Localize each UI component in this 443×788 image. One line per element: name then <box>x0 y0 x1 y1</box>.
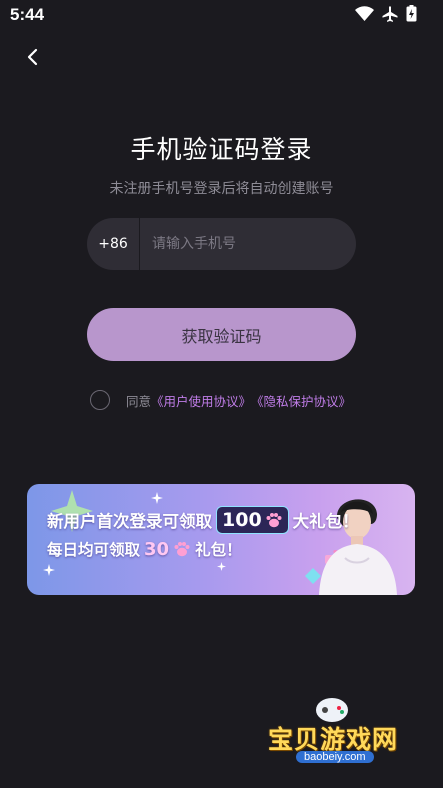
page-subtitle: 未注册手机号登录后将自动创建账号 <box>109 181 334 197</box>
user-agreement-link[interactable]: 《用户使用协议》 <box>151 391 251 410</box>
watermark-url: baobeiy.com <box>296 751 374 763</box>
sparkle-icon <box>43 564 55 576</box>
banner-line2-suffix: 礼包！ <box>195 541 242 559</box>
sparkle-icon <box>217 562 226 571</box>
reward-badge: 100 <box>216 506 289 534</box>
reward-amount: 100 <box>222 509 262 531</box>
phone-input-row: +86 <box>87 218 356 270</box>
banner-subline: 每日均可领取 30 礼包！ <box>47 538 242 560</box>
airplane-icon <box>382 6 398 22</box>
back-button[interactable] <box>20 44 46 70</box>
status-time: 5:44 <box>10 5 45 24</box>
page-title: 手机验证码登录 <box>130 135 313 164</box>
status-icons <box>355 5 417 22</box>
site-watermark: 宝贝游戏网 baobeiy.com <box>266 694 416 774</box>
banner-line1-suffix: 大礼包！ <box>292 512 359 531</box>
banner-line1-prefix: 新用户首次登录可领取 <box>47 512 212 531</box>
avatar-illustration <box>319 499 397 595</box>
phone-number-input[interactable] <box>140 218 356 270</box>
agree-checkbox[interactable] <box>90 390 110 410</box>
privacy-agreement-link[interactable]: 《隐私保护协议》 <box>251 391 351 410</box>
sparkle-icon <box>151 492 163 504</box>
chevron-left-icon <box>27 48 38 66</box>
banner-headline: 新用户首次登录可领取 100 大礼包！ <box>47 506 359 534</box>
wifi-icon <box>355 6 374 21</box>
agreement-row: 同意 《用户使用协议》 《隐私保护协议》 <box>90 390 351 410</box>
get-code-button[interactable]: 获取验证码 <box>87 308 356 361</box>
promo-banner[interactable]: 新用户首次登录可领取 100 大礼包！ 每日均可领取 30 礼包！ <box>27 484 415 595</box>
agree-prefix: 同意 <box>126 393 152 409</box>
banner-line2-prefix: 每日均可领取 <box>47 541 141 559</box>
status-bar: 5:44 <box>0 0 443 30</box>
paw-icon <box>266 513 282 528</box>
country-code-selector[interactable]: +86 <box>87 236 139 252</box>
paw-icon <box>174 542 190 557</box>
daily-reward-amount: 30 <box>144 538 170 560</box>
battery-icon <box>406 5 417 22</box>
